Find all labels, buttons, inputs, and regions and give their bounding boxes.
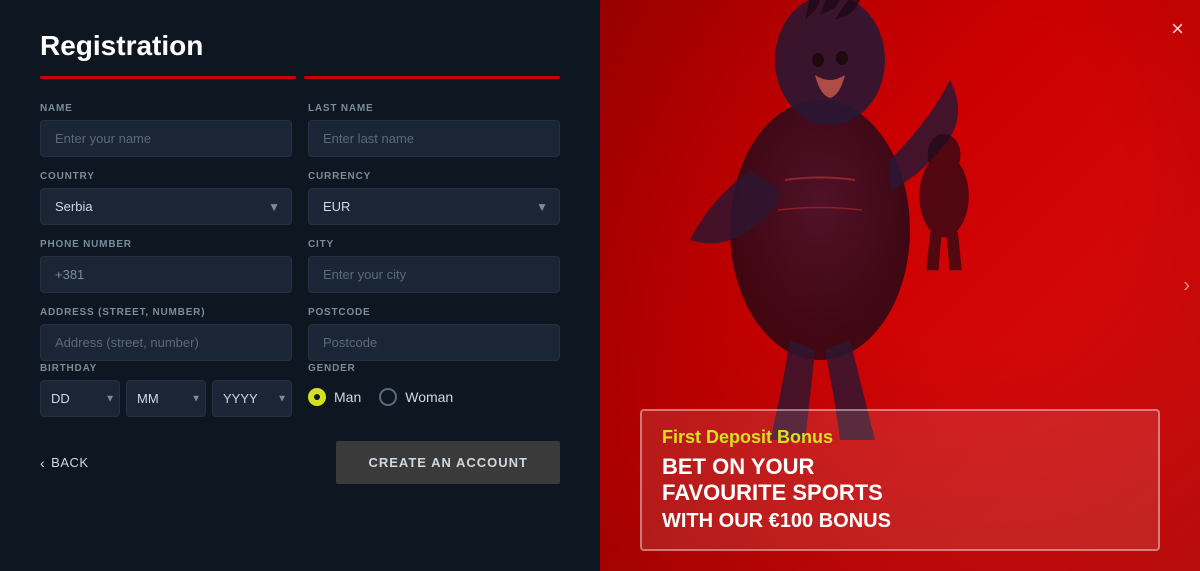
address-group: ADDRESS (STREET, NUMBER) [40, 307, 292, 361]
lastname-label: LAST NAME [308, 103, 560, 114]
left-panel: Registration NAME LAST NAME COUNTRY Serb… [0, 0, 600, 571]
name-input[interactable] [40, 120, 292, 157]
country-select-wrapper: Serbia ▼ [40, 188, 292, 225]
lastname-group: LAST NAME [308, 103, 560, 157]
city-input[interactable] [308, 256, 560, 293]
birthday-gender-row: BIRTHDAY DD ▼ MM ▼ YYYY [40, 363, 560, 417]
birthday-mm-select[interactable]: MM [126, 380, 206, 417]
bonus-title: First Deposit Bonus [662, 427, 1138, 448]
gender-group: GENDER Man Woman [308, 363, 560, 417]
gender-man-radio[interactable] [308, 388, 326, 406]
currency-label: CURRENCY [308, 171, 560, 182]
phone-input[interactable] [40, 256, 292, 293]
currency-select-wrapper: EUR ▼ [308, 188, 560, 225]
country-select[interactable]: Serbia [40, 188, 292, 225]
city-label: CITY [308, 239, 560, 250]
birthday-dd-wrapper: DD ▼ [40, 380, 120, 417]
currency-select[interactable]: EUR [308, 188, 560, 225]
gender-man-option[interactable]: Man [308, 388, 361, 406]
right-nav-arrow-icon[interactable]: › [1183, 274, 1190, 297]
gender-label: GENDER [308, 363, 560, 374]
close-button[interactable]: × [1171, 16, 1184, 42]
bonus-card: First Deposit Bonus BET ON YOUR FAVOURIT… [640, 409, 1160, 551]
progress-segment-2 [304, 76, 560, 79]
progress-bar [40, 76, 560, 79]
back-arrow-icon: ‹ [40, 455, 45, 471]
phone-label: PHONE NUMBER [40, 239, 292, 250]
postcode-label: POSTCODE [308, 307, 560, 318]
bonus-line3: WITH OUR €100 BONUS [662, 510, 891, 532]
name-group: NAME [40, 103, 292, 157]
gender-woman-label: Woman [405, 389, 453, 405]
form-grid: NAME LAST NAME COUNTRY Serbia ▼ CURRENCY… [40, 103, 560, 361]
country-label: COUNTRY [40, 171, 292, 182]
page-title: Registration [40, 30, 560, 62]
bottom-actions: ‹ BACK CREATE AN ACCOUNT [40, 441, 560, 484]
birthday-yyyy-wrapper: YYYY ▼ [212, 380, 292, 417]
birthday-dd-select[interactable]: DD [40, 380, 120, 417]
birthday-yyyy-select[interactable]: YYYY [212, 380, 292, 417]
back-button[interactable]: ‹ BACK [40, 455, 89, 471]
gender-options: Man Woman [308, 380, 560, 406]
progress-segment-1 [40, 76, 296, 79]
bonus-text: BET ON YOUR FAVOURITE SPORTS WITH OUR €1… [662, 454, 1138, 533]
gender-man-label: Man [334, 389, 361, 405]
gender-woman-option[interactable]: Woman [379, 388, 453, 406]
address-input[interactable] [40, 324, 292, 361]
bonus-line2: FAVOURITE SPORTS [662, 480, 883, 505]
city-group: CITY [308, 239, 560, 293]
phone-group: PHONE NUMBER [40, 239, 292, 293]
name-label: NAME [40, 103, 292, 114]
currency-group: CURRENCY EUR ▼ [308, 171, 560, 225]
bonus-line1: BET ON YOUR [662, 454, 814, 479]
player-illustration [620, 0, 1040, 460]
birthday-label: BIRTHDAY [40, 363, 292, 374]
gender-woman-radio[interactable] [379, 388, 397, 406]
birthday-mm-wrapper: MM ▼ [126, 380, 206, 417]
create-account-button[interactable]: CREATE AN ACCOUNT [336, 441, 560, 484]
address-label: ADDRESS (STREET, NUMBER) [40, 307, 292, 318]
birthday-selects: DD ▼ MM ▼ YYYY ▼ [40, 380, 292, 417]
postcode-input[interactable] [308, 324, 560, 361]
postcode-group: POSTCODE [308, 307, 560, 361]
lastname-input[interactable] [308, 120, 560, 157]
country-group: COUNTRY Serbia ▼ [40, 171, 292, 225]
right-panel: × First Deposit Bonus BET ON YOUR FAVOUR… [600, 0, 1200, 571]
back-button-label: BACK [51, 455, 88, 470]
birthday-group: BIRTHDAY DD ▼ MM ▼ YYYY [40, 363, 292, 417]
